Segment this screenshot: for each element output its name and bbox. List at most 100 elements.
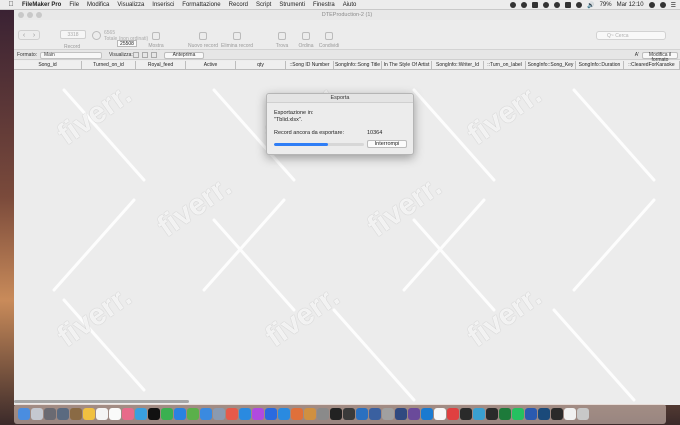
layout-select[interactable]: Main — [40, 51, 102, 59]
next-record-icon[interactable]: › — [29, 31, 39, 39]
app-icon[interactable] — [460, 408, 472, 420]
menu-app[interactable]: FileMaker Pro — [22, 2, 61, 8]
rocket-icon[interactable] — [57, 408, 69, 420]
app-store-icon[interactable] — [265, 408, 277, 420]
menu-window[interactable]: Finestra — [313, 2, 335, 8]
screenshot-icon[interactable] — [382, 408, 394, 420]
sourcetree-icon[interactable] — [356, 408, 368, 420]
column-header[interactable]: ::Turn_on_label — [484, 61, 526, 69]
menu-scripts[interactable]: Script — [256, 2, 271, 8]
filemaker-icon[interactable] — [304, 408, 316, 420]
siri-icon[interactable] — [31, 408, 43, 420]
menu-edit[interactable]: Modifica — [87, 2, 109, 8]
apple-tv-icon[interactable] — [148, 408, 160, 420]
app-icon[interactable] — [447, 408, 459, 420]
excel-icon[interactable] — [499, 408, 511, 420]
preview-icon[interactable] — [200, 408, 212, 420]
tray-app-icon[interactable] — [554, 2, 561, 8]
clock[interactable]: Mar 12:10 — [617, 2, 644, 8]
tray-app-icon[interactable] — [565, 2, 572, 8]
notification-center-icon[interactable]: ☰ — [671, 2, 676, 9]
system-preferences-icon[interactable] — [317, 408, 329, 420]
menu-file[interactable]: File — [69, 2, 79, 8]
dropbox-icon[interactable] — [532, 2, 539, 8]
column-header[interactable]: SongInfo::Writer_Id — [432, 61, 484, 69]
app-icon[interactable] — [434, 408, 446, 420]
tray-app-icon[interactable] — [510, 2, 517, 8]
xcode-icon[interactable] — [395, 408, 407, 420]
volume-icon[interactable]: 🔊 — [587, 2, 594, 9]
pages-icon[interactable] — [239, 408, 251, 420]
column-header[interactable]: ::Song ID Number — [286, 61, 334, 69]
keynote-icon[interactable] — [213, 408, 225, 420]
word-icon[interactable] — [525, 408, 537, 420]
sort-button[interactable]: Ordina — [296, 32, 316, 49]
app-icon[interactable] — [486, 408, 498, 420]
wifi-icon[interactable] — [576, 2, 583, 8]
battery-percent[interactable]: 79% — [600, 2, 612, 8]
menu-records[interactable]: Record — [229, 2, 248, 8]
list-view-icon[interactable] — [142, 52, 148, 58]
edit-layout-button[interactable]: Modifica il formato — [642, 51, 678, 62]
user-icon[interactable] — [659, 2, 666, 8]
current-record-field[interactable]: 3318 — [60, 30, 86, 39]
apple-icon[interactable]:  — [0, 1, 22, 8]
column-header[interactable]: qty — [236, 61, 286, 69]
quick-find-input[interactable]: Q~ Cerca — [596, 31, 666, 40]
maps-icon[interactable] — [187, 408, 199, 420]
new-record-button[interactable]: Nuovo record — [188, 32, 218, 49]
column-header[interactable]: Turned_on_id — [82, 61, 136, 69]
text-format-icon[interactable]: A′ — [635, 52, 639, 58]
whatsapp-icon[interactable] — [512, 408, 524, 420]
trash-icon[interactable] — [577, 408, 589, 420]
column-header[interactable]: ::ClearedForKaraoke — [624, 61, 680, 69]
downloads-icon[interactable] — [564, 408, 576, 420]
column-header[interactable]: Active — [186, 61, 236, 69]
menu-view[interactable]: Visualizza — [117, 2, 144, 8]
app-icon[interactable] — [421, 408, 433, 420]
calendar-icon[interactable] — [109, 408, 121, 420]
numbers-icon[interactable] — [226, 408, 238, 420]
notes-icon[interactable] — [83, 408, 95, 420]
terminal-icon[interactable] — [343, 408, 355, 420]
menu-insert[interactable]: Inserisci — [152, 2, 174, 8]
reminders-icon[interactable] — [96, 408, 108, 420]
app-icon[interactable] — [473, 408, 485, 420]
menu-format[interactable]: Formattazione — [182, 2, 220, 8]
finder-icon[interactable] — [18, 408, 30, 420]
books-icon[interactable] — [291, 408, 303, 420]
app-icon[interactable] — [408, 408, 420, 420]
column-header[interactable]: SongInfo::Song_Key — [526, 61, 576, 69]
horizontal-scrollbar[interactable] — [14, 400, 189, 403]
record-navigator[interactable]: ‹ › — [18, 30, 40, 40]
search-icon[interactable] — [648, 2, 655, 8]
column-header[interactable]: Song_id — [14, 61, 82, 69]
safari-icon[interactable] — [135, 408, 147, 420]
prev-record-icon[interactable]: ‹ — [19, 31, 29, 39]
tray-app-icon[interactable] — [543, 2, 550, 8]
column-header[interactable]: Royal_feed — [136, 61, 186, 69]
vscode-icon[interactable] — [369, 408, 381, 420]
table-view-icon[interactable] — [151, 52, 157, 58]
form-view-icon[interactable] — [133, 52, 139, 58]
preview-button[interactable]: Anteprima — [164, 51, 204, 59]
app-icon[interactable] — [538, 408, 550, 420]
tray-app-icon[interactable] — [521, 2, 528, 8]
delete-record-button[interactable]: Elimina record — [220, 32, 254, 49]
messages-icon[interactable] — [161, 408, 173, 420]
column-header[interactable]: SongInfo::Duration — [576, 61, 624, 69]
mail-icon[interactable] — [174, 408, 186, 420]
column-header[interactable]: SongInfo::Song Title — [334, 61, 382, 69]
menu-tools[interactable]: Strumenti — [279, 2, 305, 8]
app-icon[interactable] — [551, 408, 563, 420]
stop-export-button[interactable]: Interrompi — [367, 140, 407, 148]
share-button[interactable]: Condividi — [316, 32, 342, 49]
podcasts-icon[interactable] — [252, 408, 264, 420]
testflight-icon[interactable] — [278, 408, 290, 420]
activity-monitor-icon[interactable] — [330, 408, 342, 420]
contacts-icon[interactable] — [70, 408, 82, 420]
launchpad-icon[interactable] — [44, 408, 56, 420]
menu-help[interactable]: Aiuto — [343, 2, 357, 8]
find-button[interactable]: Trova — [272, 32, 292, 49]
photos-icon[interactable] — [122, 408, 134, 420]
